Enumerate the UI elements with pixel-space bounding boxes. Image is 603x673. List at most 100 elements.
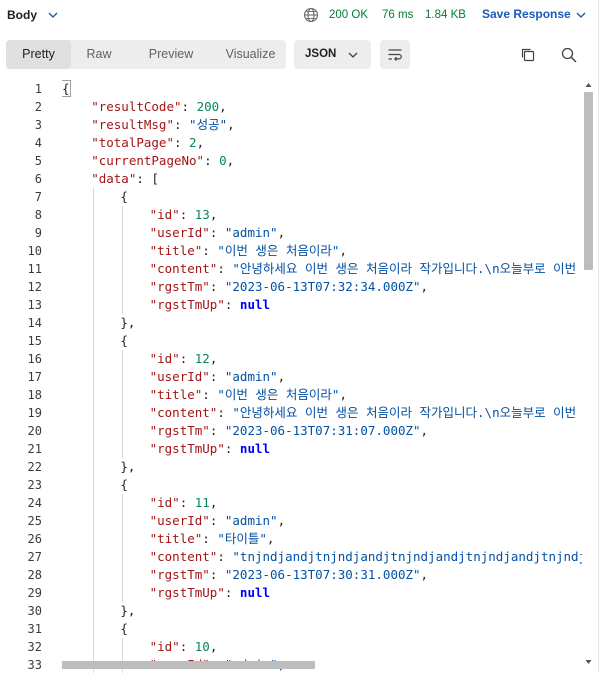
json-key: "content" bbox=[149, 405, 218, 420]
indent-guide bbox=[93, 188, 95, 206]
tab-raw[interactable]: Raw bbox=[75, 40, 123, 69]
code-line: { bbox=[62, 188, 582, 206]
indent-guide bbox=[122, 494, 124, 512]
vertical-scrollbar-thumb[interactable] bbox=[584, 92, 593, 270]
json-punctuation: , bbox=[339, 243, 347, 258]
json-punctuation: : bbox=[217, 261, 233, 276]
json-punctuation: , bbox=[226, 153, 235, 168]
line-number: 24 bbox=[27, 496, 42, 510]
code-line: "id": 10, bbox=[62, 638, 582, 656]
json-key: "userId" bbox=[149, 369, 210, 384]
tab-visualize[interactable]: Visualize bbox=[215, 40, 286, 69]
indent-guide bbox=[122, 638, 124, 656]
json-key: "currentPageNo" bbox=[91, 153, 205, 168]
response-body-editor[interactable]: 1 2 3 4 5 6 7 8 9 10 11 12 13 14 15 16 17 18 19 20 21 22 23 24 2… bbox=[0, 80, 596, 673]
line-number: 32 bbox=[27, 640, 42, 654]
indent-guide bbox=[122, 512, 124, 530]
indent-guide bbox=[93, 350, 95, 368]
json-string: "성공" bbox=[189, 117, 228, 132]
response-size[interactable]: 1.84 KB bbox=[425, 9, 466, 21]
json-punctuation: { bbox=[120, 189, 128, 204]
code-line: "title": "타이틀", bbox=[62, 530, 582, 548]
json-key: "rgstTmUp" bbox=[149, 585, 225, 600]
json-key: "resultCode" bbox=[91, 99, 182, 114]
save-response-button[interactable]: Save Response bbox=[482, 7, 571, 21]
line-number: 25 bbox=[27, 514, 42, 528]
format-select[interactable]: JSON bbox=[294, 40, 371, 69]
status-code[interactable]: 200 OK bbox=[329, 9, 368, 21]
scroll-up-arrow-icon[interactable] bbox=[584, 80, 593, 90]
json-key: "totalPage" bbox=[91, 135, 174, 150]
indent-guide bbox=[93, 422, 95, 440]
indent-guide bbox=[93, 314, 95, 332]
line-number: 10 bbox=[27, 244, 42, 258]
indent-guide bbox=[93, 260, 95, 278]
json-null: null bbox=[239, 441, 271, 456]
response-time[interactable]: 76 ms bbox=[382, 9, 413, 21]
json-key: "id" bbox=[149, 351, 180, 366]
json-key: "id" bbox=[149, 495, 180, 510]
panel-border bbox=[598, 0, 599, 673]
tab-pretty[interactable]: Pretty bbox=[6, 40, 71, 69]
json-punctuation: { bbox=[120, 621, 128, 636]
code-line: { bbox=[62, 620, 582, 638]
indent-guide bbox=[122, 566, 124, 584]
json-punctuation: , bbox=[219, 99, 227, 114]
json-string: "타이틀" bbox=[217, 531, 267, 546]
chevron-down-icon[interactable] bbox=[574, 8, 588, 22]
search-icon[interactable] bbox=[560, 46, 578, 64]
json-key: "title" bbox=[149, 243, 203, 258]
code-line: "title": "이번 생은 처음이라", bbox=[62, 386, 582, 404]
wrap-lines-button[interactable] bbox=[380, 40, 410, 69]
json-code[interactable]: {"resultCode": 200, "resultMsg": "성공", "to… bbox=[62, 80, 582, 673]
json-null: null bbox=[239, 585, 271, 600]
indent-guide bbox=[93, 638, 95, 656]
indent-guide bbox=[122, 350, 124, 368]
json-string: "2023-06-13T07:31:07.000Z" bbox=[224, 423, 421, 438]
copy-icon[interactable] bbox=[519, 46, 537, 64]
json-punctuation: : bbox=[202, 387, 218, 402]
json-string: "tnjndjandjtnjndjandjtnjndjandjtnjndjand… bbox=[232, 549, 582, 564]
scroll-down-arrow-icon[interactable] bbox=[584, 657, 593, 667]
line-number: 2 bbox=[34, 100, 42, 114]
line-number: 26 bbox=[27, 532, 42, 546]
json-punctuation: : bbox=[217, 549, 233, 564]
json-string: "admin" bbox=[224, 225, 278, 240]
json-punctuation: , bbox=[227, 117, 235, 132]
indent-guide bbox=[122, 278, 124, 296]
line-number: 21 bbox=[27, 442, 42, 456]
chevron-down-icon[interactable] bbox=[46, 8, 60, 22]
code-line: "content": "tnjndjandjtnjndjandjtnjndjan… bbox=[62, 548, 582, 566]
line-number: 29 bbox=[27, 586, 42, 600]
tab-preview[interactable]: Preview bbox=[131, 40, 211, 69]
json-key: "resultMsg" bbox=[91, 117, 174, 132]
json-punctuation: : bbox=[173, 117, 190, 132]
code-line: "userId": "admin", bbox=[62, 368, 582, 386]
body-dropdown-label[interactable]: Body bbox=[7, 8, 37, 22]
json-string: "2023-06-13T07:30:31.000Z" bbox=[224, 567, 421, 582]
horizontal-scrollbar-thumb[interactable] bbox=[62, 661, 315, 669]
line-number: 27 bbox=[27, 550, 42, 564]
indent-guide bbox=[93, 242, 95, 260]
json-punctuation: : bbox=[173, 135, 190, 150]
line-number: 19 bbox=[27, 406, 42, 420]
indent-guide bbox=[93, 296, 95, 314]
line-number: 8 bbox=[34, 208, 42, 222]
globe-icon[interactable] bbox=[303, 7, 319, 23]
json-punctuation: : bbox=[179, 495, 195, 510]
json-key: "data" bbox=[91, 171, 137, 186]
indent-guide bbox=[122, 242, 124, 260]
line-number: 15 bbox=[27, 334, 42, 348]
code-line: }, bbox=[62, 458, 582, 476]
indent-guide bbox=[122, 584, 124, 602]
line-number: 33 bbox=[27, 658, 42, 672]
line-number: 31 bbox=[27, 622, 42, 636]
line-number: 13 bbox=[27, 298, 42, 312]
code-line: { bbox=[62, 80, 582, 98]
indent-guide bbox=[122, 368, 124, 386]
json-number: 200 bbox=[196, 99, 220, 114]
json-key: "title" bbox=[149, 531, 203, 546]
indent-guide bbox=[122, 296, 124, 314]
indent-guide bbox=[93, 530, 95, 548]
line-number: 28 bbox=[27, 568, 42, 582]
